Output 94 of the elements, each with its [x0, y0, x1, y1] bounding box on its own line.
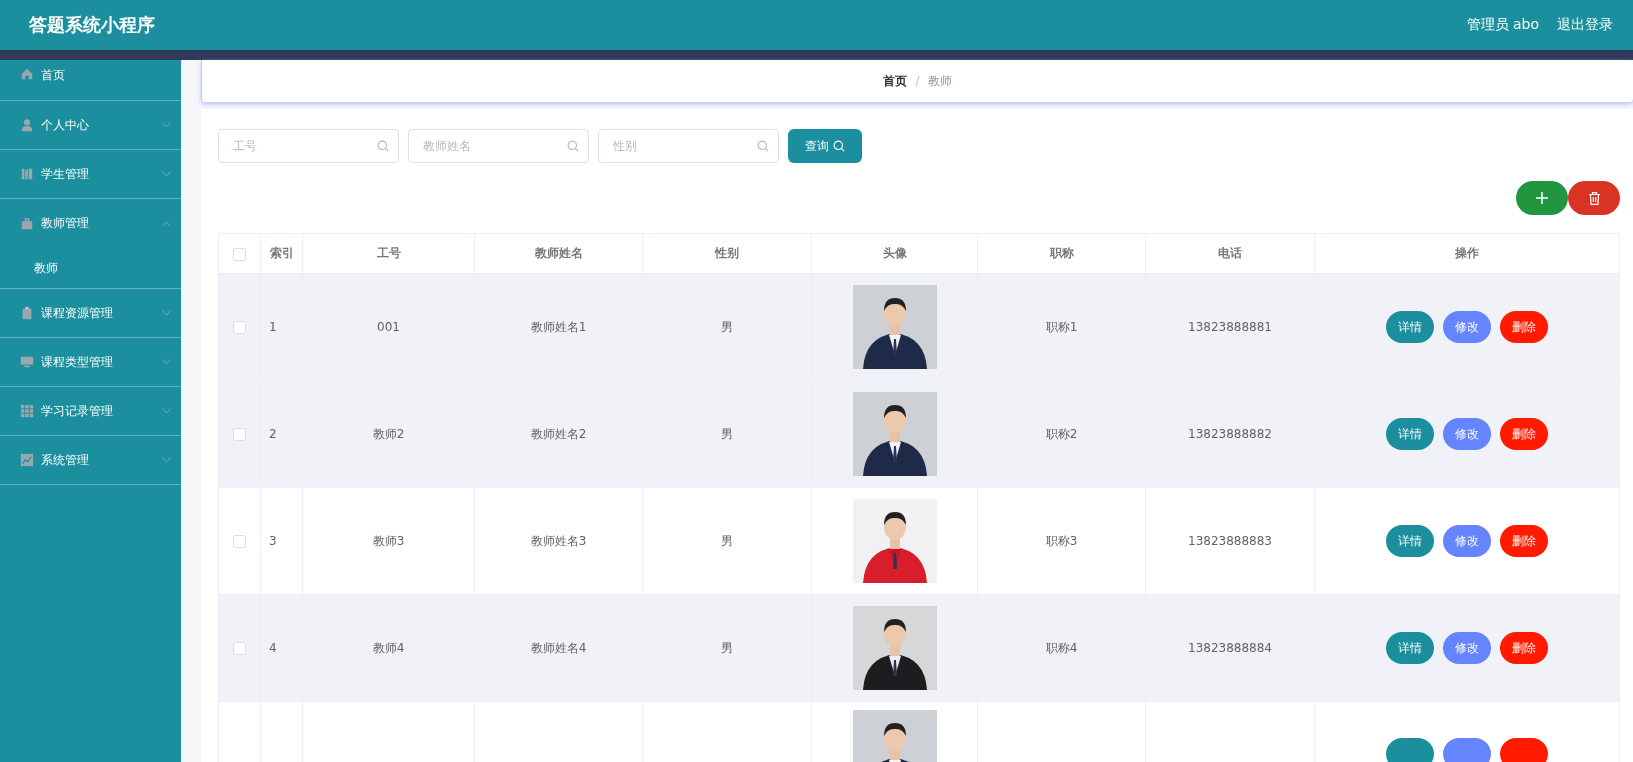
edit-button[interactable]: 修改: [1443, 632, 1491, 664]
column-header: 职称: [977, 233, 1146, 274]
table-cell: 13823888882: [1145, 380, 1315, 488]
user-label: 管理员 abo: [1466, 16, 1539, 34]
table-cell: 教师姓名4: [474, 594, 643, 702]
sidebar-item[interactable]: 课程资源管理: [0, 289, 181, 338]
column-header: 性别: [642, 233, 812, 274]
table-cell: 3: [260, 487, 303, 595]
sidebar-item[interactable]: 课程类型管理: [0, 338, 181, 387]
breadcrumb-link[interactable]: 首页: [883, 72, 908, 90]
chevron-icon: [162, 408, 171, 414]
edit-button[interactable]: 修改: [1443, 311, 1491, 343]
search-icon: [567, 140, 579, 152]
detail-button[interactable]: 详情: [1386, 418, 1434, 450]
row-checkbox[interactable]: [233, 321, 246, 334]
sidebar-subitem[interactable]: 教师: [0, 248, 181, 288]
table-cell: 职称1: [977, 273, 1146, 381]
sidebar-item[interactable]: 首页: [0, 60, 181, 101]
column-header: 操作: [1314, 233, 1620, 274]
table-cell: 4: [260, 594, 303, 702]
chevron-icon: [162, 457, 171, 463]
action-button[interactable]: [1443, 738, 1491, 762]
action-button[interactable]: [1500, 738, 1548, 762]
sidebar-item[interactable]: 学习记录管理: [0, 387, 181, 436]
table-cell: 1: [260, 273, 303, 381]
breadcrumb-separator: /: [915, 74, 920, 88]
edit-button[interactable]: 修改: [1443, 418, 1491, 450]
column-header: 电话: [1145, 233, 1315, 274]
clipboard-icon: [20, 306, 34, 320]
trash-icon: [1588, 191, 1600, 205]
sidebar-item[interactable]: 系统管理: [0, 436, 181, 485]
search-icon: [377, 140, 389, 152]
detail-button[interactable]: 详情: [1386, 525, 1434, 557]
column-header: 索引: [260, 233, 303, 274]
search-icon: [833, 140, 845, 152]
plus-icon: [1536, 192, 1548, 204]
table-cell: 2: [260, 380, 303, 488]
delete-button[interactable]: [1568, 181, 1620, 215]
chevron-icon: [162, 122, 171, 128]
column-header: 教师姓名: [474, 233, 643, 274]
logout-link[interactable]: 退出登录: [1557, 16, 1613, 34]
search-icon: [757, 140, 769, 152]
action-button[interactable]: [1386, 738, 1434, 762]
chevron-icon: [162, 220, 171, 227]
detail-button[interactable]: 详情: [1386, 311, 1434, 343]
table-cell: 教师4: [302, 594, 475, 702]
delete-button[interactable]: 删除: [1500, 632, 1548, 664]
chart-icon: [20, 453, 34, 467]
home-icon: [20, 67, 34, 81]
delete-button[interactable]: 删除: [1500, 311, 1548, 343]
table-cell: 001: [302, 273, 475, 381]
table-cell: 教师姓名2: [474, 380, 643, 488]
table-cell: 教师姓名1: [474, 273, 643, 381]
chevron-icon: [162, 359, 171, 365]
row-checkbox[interactable]: [233, 428, 246, 441]
add-button[interactable]: [1516, 181, 1568, 215]
select-all-checkbox[interactable]: [233, 247, 246, 261]
row-checkbox[interactable]: [233, 535, 246, 548]
column-header: 工号: [302, 233, 475, 274]
edit-button[interactable]: 修改: [1443, 525, 1491, 557]
table-cell: 教师3: [302, 487, 475, 595]
grid-icon: [20, 404, 34, 418]
monitor-icon: [20, 355, 34, 369]
table-cell: 职称4: [977, 594, 1146, 702]
table-cell: 男: [642, 487, 812, 595]
column-header: 头像: [811, 233, 978, 274]
table-cell: 教师2: [302, 380, 475, 488]
table-cell: 男: [642, 380, 812, 488]
query-button[interactable]: 查询: [788, 129, 862, 163]
table-cell: 职称3: [977, 487, 1146, 595]
app-title: 答题系统小程序: [29, 13, 155, 37]
person-icon: [20, 118, 34, 132]
table-cell: 教师姓名3: [474, 487, 643, 595]
books-icon: [20, 167, 34, 181]
briefcase-icon: [20, 216, 34, 231]
detail-button[interactable]: 详情: [1386, 632, 1434, 664]
sidebar-item[interactable]: 教师管理: [0, 199, 181, 248]
table-cell: 13823888883: [1145, 487, 1315, 595]
table-cell: 职称2: [977, 380, 1146, 488]
table-cell: 男: [642, 273, 812, 381]
delete-button[interactable]: 删除: [1500, 418, 1548, 450]
table-cell: 13823888884: [1145, 594, 1315, 702]
chevron-icon: [162, 310, 171, 316]
chevron-icon: [162, 171, 171, 177]
breadcrumb-link[interactable]: 教师: [927, 72, 952, 90]
delete-button[interactable]: 删除: [1500, 525, 1548, 557]
search-field[interactable]: 教师姓名: [408, 129, 589, 163]
row-checkbox[interactable]: [233, 642, 246, 655]
search-field[interactable]: 性别: [598, 129, 779, 163]
table-cell: 男: [642, 594, 812, 702]
sidebar-item[interactable]: 个人中心: [0, 101, 181, 150]
table-cell: 13823888881: [1145, 273, 1315, 381]
sidebar-item[interactable]: 学生管理: [0, 150, 181, 199]
search-field[interactable]: 工号: [218, 129, 399, 163]
